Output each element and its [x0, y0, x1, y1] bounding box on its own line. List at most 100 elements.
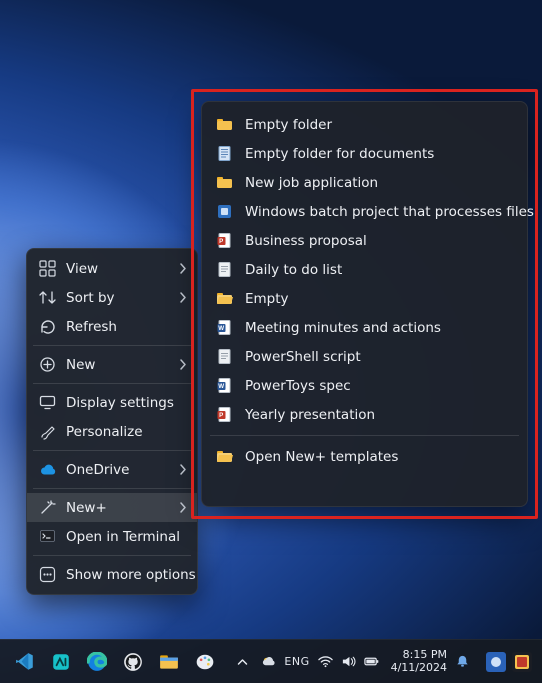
menu-item-label: OneDrive — [66, 462, 169, 478]
clock-date: 4/11/2024 — [391, 662, 447, 675]
menu-item-label: Empty folder — [245, 117, 332, 133]
menu-item-label: New+ — [66, 500, 169, 516]
clock[interactable]: 8:15 PM 4/11/2024 — [391, 649, 447, 674]
menu-item-label: Empty folder for documents — [245, 146, 434, 162]
menu-item-new[interactable]: New — [27, 350, 197, 379]
wand-icon — [39, 499, 56, 516]
menu-item-label: PowerToys spec — [245, 378, 351, 394]
chevron-right-icon — [179, 464, 187, 475]
folder-icon — [216, 174, 233, 191]
open-newplus-templates[interactable]: Open New+ templates — [202, 442, 527, 471]
tray-extra-icons — [486, 652, 532, 672]
template-item-powertoys-spec[interactable]: PowerToys spec — [202, 371, 527, 400]
system-tray: ENG 8:15 PM 4/11/2024 — [231, 649, 532, 674]
template-item-powershell-script[interactable]: PowerShell script — [202, 342, 527, 371]
menu-item-display-settings[interactable]: Display settings — [27, 388, 197, 417]
docx-icon — [216, 377, 233, 394]
menu-separator — [33, 345, 191, 346]
grid-icon — [39, 260, 56, 277]
menu-item-label: Personalize — [66, 424, 187, 440]
desktop-context-menu: View Sort by Refresh New Display settings P… — [26, 248, 198, 595]
folder-open-icon — [216, 448, 233, 465]
chevron-right-icon — [179, 292, 187, 303]
pptx-icon — [216, 232, 233, 249]
app-icon — [216, 203, 233, 220]
template-item-daily-to-do-list[interactable]: Daily to do list — [202, 255, 527, 284]
battery-icon[interactable] — [364, 654, 379, 669]
sound-icon[interactable] — [341, 654, 356, 669]
menu-separator — [210, 435, 519, 436]
menu-item-label: Refresh — [66, 319, 187, 335]
menu-separator — [33, 488, 191, 489]
pptx-icon — [216, 406, 233, 423]
taskbar-app-edge[interactable] — [80, 645, 114, 679]
template-item-yearly-presentation[interactable]: Yearly presentation — [202, 400, 527, 429]
menu-item-label: Display settings — [66, 395, 187, 411]
menu-item-view[interactable]: View — [27, 254, 197, 283]
folder-icon — [216, 116, 233, 133]
chevron-right-icon — [179, 359, 187, 370]
menu-separator — [33, 450, 191, 451]
plus-circle-icon — [39, 356, 56, 373]
menu-item-onedrive[interactable]: OneDrive — [27, 455, 197, 484]
menu-item-label: Show more options — [66, 567, 196, 583]
brush-icon — [39, 423, 56, 440]
taskbar-app-github[interactable] — [116, 645, 150, 679]
menu-separator — [33, 383, 191, 384]
newplus-submenu-highlight: Empty folder Empty folder for documents Ne… — [191, 89, 538, 519]
wifi-icon[interactable] — [318, 654, 333, 669]
tray-overflow-button[interactable] — [231, 651, 253, 673]
menu-item-personalize[interactable]: Personalize — [27, 417, 197, 446]
menu-item-label: Empty — [245, 291, 289, 307]
menu-item-show-more-options[interactable]: Show more options — [27, 560, 197, 589]
menu-item-new-[interactable]: New+ — [27, 493, 197, 522]
menu-item-label: Daily to do list — [245, 262, 342, 278]
menu-item-open-in-terminal[interactable]: Open in Terminal — [27, 522, 197, 551]
menu-item-label: View — [66, 261, 169, 277]
doc-icon — [216, 348, 233, 365]
doc-icon — [216, 261, 233, 278]
taskbar: ENG 8:15 PM 4/11/2024 — [0, 639, 542, 683]
template-item-empty-folder[interactable]: Empty folder — [202, 110, 527, 139]
menu-item-label: Meeting minutes and actions — [245, 320, 441, 336]
template-item-empty[interactable]: Empty — [202, 284, 527, 313]
menu-item-label: Open New+ templates — [245, 449, 398, 465]
cloud-icon — [39, 461, 56, 478]
chevron-right-icon — [179, 263, 187, 274]
terminal-icon — [39, 528, 56, 545]
menu-item-label: New — [66, 357, 169, 373]
weather-icon[interactable] — [261, 654, 276, 669]
menu-item-label: Windows batch project that processes fil… — [245, 204, 534, 220]
taskbar-app-paint[interactable] — [188, 645, 222, 679]
menu-item-label: Sort by — [66, 290, 169, 306]
template-item-windows-batch-project-that-processes-files[interactable]: Windows batch project that processes fil… — [202, 197, 527, 226]
sort-icon — [39, 289, 56, 306]
menu-item-sort-by[interactable]: Sort by — [27, 283, 197, 312]
menu-item-label: New job application — [245, 175, 378, 191]
template-item-business-proposal[interactable]: Business proposal — [202, 226, 527, 255]
doc-lines-icon — [216, 145, 233, 162]
menu-item-label: Yearly presentation — [245, 407, 375, 423]
taskbar-app-explorer[interactable] — [152, 645, 186, 679]
menu-item-label: Open in Terminal — [66, 529, 187, 545]
template-item-empty-folder-for-documents[interactable]: Empty folder for documents — [202, 139, 527, 168]
refresh-icon — [39, 318, 56, 335]
folder-open-icon — [216, 290, 233, 307]
menu-item-refresh[interactable]: Refresh — [27, 312, 197, 341]
tray-app-icon[interactable] — [512, 652, 532, 672]
menu-item-label: PowerShell script — [245, 349, 361, 365]
tray-app-icon[interactable] — [486, 652, 506, 672]
taskbar-app-vscode[interactable] — [8, 645, 42, 679]
docx-icon — [216, 319, 233, 336]
menu-item-label: Business proposal — [245, 233, 367, 249]
more-icon — [39, 566, 56, 583]
display-icon — [39, 394, 56, 411]
template-item-meeting-minutes-and-actions[interactable]: Meeting minutes and actions — [202, 313, 527, 342]
clock-time: 8:15 PM — [403, 649, 447, 662]
notifications-icon[interactable] — [455, 654, 470, 669]
language-indicator[interactable]: ENG — [284, 655, 309, 668]
chevron-right-icon — [179, 502, 187, 513]
taskbar-app-copilot-preview[interactable] — [44, 645, 78, 679]
menu-separator — [33, 555, 191, 556]
template-item-new-job-application[interactable]: New job application — [202, 168, 527, 197]
